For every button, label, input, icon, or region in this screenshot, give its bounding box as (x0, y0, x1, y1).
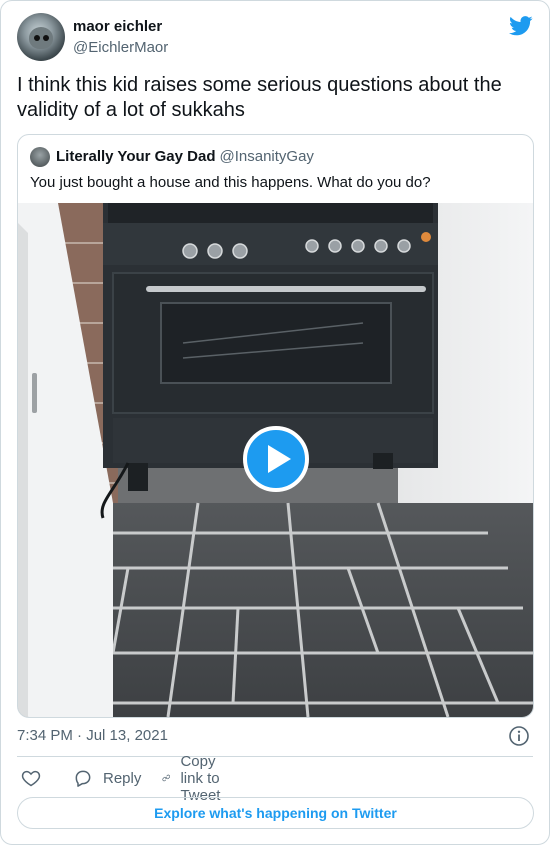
twitter-bird-icon[interactable] (509, 16, 533, 36)
link-icon (162, 774, 171, 782)
info-icon[interactable] (508, 725, 530, 747)
tweet-text: I think this kid raises some serious que… (17, 74, 502, 121)
tweet-header: maor eichler @EichlerMaor (17, 13, 533, 65)
quoted-text: You just bought a house and this happens… (30, 174, 431, 191)
avatar-face (29, 27, 53, 49)
video-thumbnail[interactable] (18, 203, 533, 717)
divider (17, 756, 533, 757)
avatar[interactable] (17, 13, 65, 61)
avatar-eye (34, 35, 40, 41)
explore-button[interactable]: Explore what's happening on Twitter (17, 797, 534, 829)
reply-button[interactable]: Reply (73, 766, 141, 790)
quoted-author-handle: @InsanityGay (219, 148, 314, 165)
quoted-author: Literally Your Gay Dad @InsanityGay (56, 148, 314, 165)
copy-link-label: Copy link to Tweet (180, 752, 221, 804)
author-name[interactable]: maor eichler (73, 18, 162, 35)
tweet-timestamp[interactable]: 7:34 PM · Jul 13, 2021 (17, 727, 168, 744)
tweet-date: Jul 13, 2021 (86, 727, 168, 744)
quoted-author-name: Literally Your Gay Dad (56, 148, 216, 165)
heart-icon (21, 770, 41, 787)
author-handle[interactable]: @EichlerMaor (73, 39, 168, 56)
play-icon[interactable] (243, 426, 309, 492)
reply-label: Reply (103, 769, 142, 787)
quoted-tweet[interactable]: Literally Your Gay Dad @InsanityGay You j… (17, 134, 534, 718)
tweet-card: maor eichler @EichlerMaor I think this k… (0, 0, 550, 845)
reply-icon (75, 770, 91, 787)
avatar-eye (43, 35, 49, 41)
tweet-time: 7:34 PM (17, 727, 73, 744)
copy-link-button[interactable]: Copy link to Tweet (162, 753, 232, 804)
quoted-avatar (30, 147, 50, 167)
timestamp-separator: · (77, 727, 83, 744)
like-button[interactable] (21, 766, 41, 790)
